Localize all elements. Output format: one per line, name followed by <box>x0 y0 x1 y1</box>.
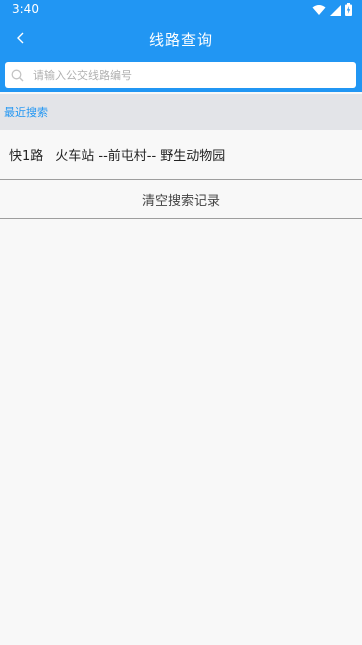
history-route-stops: 火车站 --前屯村-- 野生动物园 <box>55 149 226 164</box>
status-time: 3:40 <box>12 2 39 16</box>
clear-history-button[interactable]: 清空搜索记录 <box>0 181 362 219</box>
search-bar <box>0 58 362 92</box>
search-input[interactable] <box>31 67 356 83</box>
history-route-number: 快1路 <box>9 149 44 164</box>
page-title: 线路查询 <box>148 31 213 49</box>
search-box[interactable] <box>5 62 356 88</box>
status-bar: 3:40 <box>0 0 362 20</box>
wifi-icon <box>312 1 326 20</box>
signal-icon <box>330 1 341 20</box>
history-item[interactable]: 快1路 火车站 --前屯村-- 野生动物园 <box>0 130 362 180</box>
status-icons <box>312 1 352 20</box>
search-icon <box>11 68 25 82</box>
app-bar: 线路查询 <box>0 20 362 58</box>
battery-charging-icon <box>345 1 352 20</box>
recent-searches-header: 最近搜索 <box>0 94 362 130</box>
